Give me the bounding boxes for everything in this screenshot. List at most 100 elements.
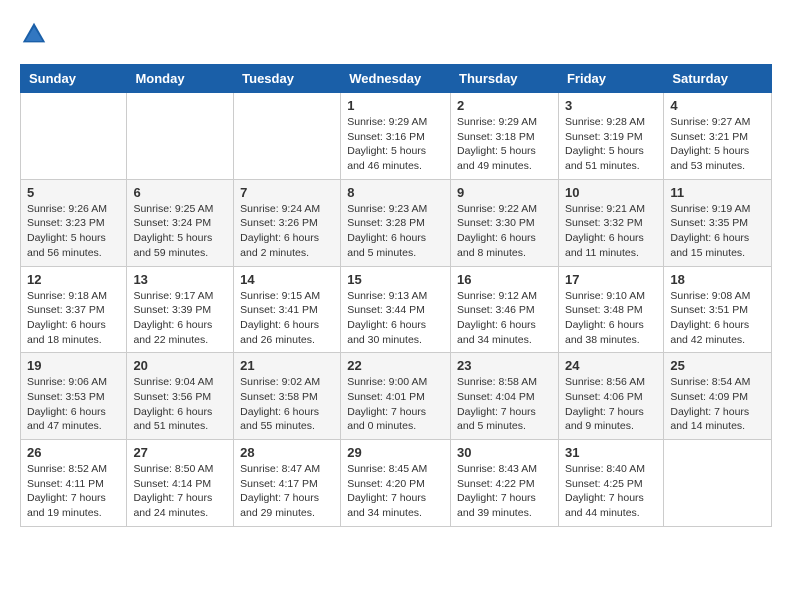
day-number: 1 [347,98,444,113]
day-number: 7 [240,185,334,200]
weekday-header-friday: Friday [558,65,663,93]
day-info: Sunrise: 9:12 AM Sunset: 3:46 PM Dayligh… [457,289,552,348]
week-row-1: 1 Sunrise: 9:29 AM Sunset: 3:16 PM Daylig… [21,93,772,180]
day-info: Sunrise: 9:29 AM Sunset: 3:18 PM Dayligh… [457,115,552,174]
day-info: Sunrise: 9:08 AM Sunset: 3:51 PM Dayligh… [670,289,765,348]
day-info: Sunrise: 9:24 AM Sunset: 3:26 PM Dayligh… [240,202,334,261]
calendar-cell: 4 Sunrise: 9:27 AM Sunset: 3:21 PM Daylig… [664,93,772,180]
page-header [20,20,772,48]
day-number: 28 [240,445,334,460]
calendar-cell: 20 Sunrise: 9:04 AM Sunset: 3:56 PM Dayli… [127,353,234,440]
day-info: Sunrise: 8:54 AM Sunset: 4:09 PM Dayligh… [670,375,765,434]
calendar-cell: 9Sunrise: 9:22 AM Sunset: 3:30 PM Daylig… [451,179,559,266]
day-info: Sunrise: 9:21 AM Sunset: 3:32 PM Dayligh… [565,202,657,261]
weekday-header-sunday: Sunday [21,65,127,93]
day-info: Sunrise: 9:28 AM Sunset: 3:19 PM Dayligh… [565,115,657,174]
day-number: 27 [133,445,227,460]
day-info: Sunrise: 9:18 AM Sunset: 3:37 PM Dayligh… [27,289,120,348]
day-number: 19 [27,358,120,373]
calendar-cell [127,93,234,180]
calendar-cell: 25 Sunrise: 8:54 AM Sunset: 4:09 PM Dayli… [664,353,772,440]
day-info: Sunrise: 9:29 AM Sunset: 3:16 PM Dayligh… [347,115,444,174]
week-row-3: 12 Sunrise: 9:18 AM Sunset: 3:37 PM Dayli… [21,266,772,353]
calendar-cell: 19Sunrise: 9:06 AM Sunset: 3:53 PM Dayli… [21,353,127,440]
calendar-cell: 10 Sunrise: 9:21 AM Sunset: 3:32 PM Dayli… [558,179,663,266]
calendar-cell: 6 Sunrise: 9:25 AM Sunset: 3:24 PM Daylig… [127,179,234,266]
calendar-cell: 18Sunrise: 9:08 AM Sunset: 3:51 PM Dayli… [664,266,772,353]
calendar-cell: 16 Sunrise: 9:12 AM Sunset: 3:46 PM Dayli… [451,266,559,353]
calendar-table: SundayMondayTuesdayWednesdayThursdayFrid… [20,64,772,527]
day-number: 11 [670,185,765,200]
day-info: Sunrise: 8:40 AM Sunset: 4:25 PM Dayligh… [565,462,657,521]
day-number: 22 [347,358,444,373]
day-info: Sunrise: 9:02 AM Sunset: 3:58 PM Dayligh… [240,375,334,434]
logo-icon [20,20,48,48]
day-number: 16 [457,272,552,287]
day-info: Sunrise: 9:04 AM Sunset: 3:56 PM Dayligh… [133,375,227,434]
day-number: 4 [670,98,765,113]
day-number: 14 [240,272,334,287]
day-info: Sunrise: 9:27 AM Sunset: 3:21 PM Dayligh… [670,115,765,174]
day-number: 9 [457,185,552,200]
calendar-cell: 21 Sunrise: 9:02 AM Sunset: 3:58 PM Dayli… [234,353,341,440]
day-number: 25 [670,358,765,373]
calendar-cell: 28 Sunrise: 8:47 AM Sunset: 4:17 PM Dayli… [234,440,341,527]
logo [20,20,52,48]
day-info: Sunrise: 9:15 AM Sunset: 3:41 PM Dayligh… [240,289,334,348]
day-number: 15 [347,272,444,287]
day-number: 29 [347,445,444,460]
day-number: 23 [457,358,552,373]
calendar-cell: 1 Sunrise: 9:29 AM Sunset: 3:16 PM Daylig… [341,93,451,180]
day-number: 20 [133,358,227,373]
calendar-cell: 11 Sunrise: 9:19 AM Sunset: 3:35 PM Dayli… [664,179,772,266]
day-info: Sunrise: 9:25 AM Sunset: 3:24 PM Dayligh… [133,202,227,261]
calendar-cell [21,93,127,180]
calendar-cell: 30Sunrise: 8:43 AM Sunset: 4:22 PM Dayli… [451,440,559,527]
calendar-cell: 26 Sunrise: 8:52 AM Sunset: 4:11 PM Dayli… [21,440,127,527]
weekday-header-saturday: Saturday [664,65,772,93]
day-info: Sunrise: 8:56 AM Sunset: 4:06 PM Dayligh… [565,375,657,434]
calendar-cell: 27 Sunrise: 8:50 AM Sunset: 4:14 PM Dayli… [127,440,234,527]
week-row-5: 26 Sunrise: 8:52 AM Sunset: 4:11 PM Dayli… [21,440,772,527]
weekday-header-row: SundayMondayTuesdayWednesdayThursdayFrid… [21,65,772,93]
day-number: 24 [565,358,657,373]
day-info: Sunrise: 8:58 AM Sunset: 4:04 PM Dayligh… [457,375,552,434]
day-info: Sunrise: 8:45 AM Sunset: 4:20 PM Dayligh… [347,462,444,521]
calendar-cell: 3Sunrise: 9:28 AM Sunset: 3:19 PM Daylig… [558,93,663,180]
calendar-cell: 15 Sunrise: 9:13 AM Sunset: 3:44 PM Dayli… [341,266,451,353]
day-info: Sunrise: 8:50 AM Sunset: 4:14 PM Dayligh… [133,462,227,521]
day-info: Sunrise: 9:17 AM Sunset: 3:39 PM Dayligh… [133,289,227,348]
weekday-header-monday: Monday [127,65,234,93]
week-row-4: 19Sunrise: 9:06 AM Sunset: 3:53 PM Dayli… [21,353,772,440]
day-number: 12 [27,272,120,287]
day-info: Sunrise: 8:52 AM Sunset: 4:11 PM Dayligh… [27,462,120,521]
day-number: 10 [565,185,657,200]
day-number: 26 [27,445,120,460]
day-info: Sunrise: 9:00 AM Sunset: 4:01 PM Dayligh… [347,375,444,434]
day-number: 17 [565,272,657,287]
day-info: Sunrise: 8:47 AM Sunset: 4:17 PM Dayligh… [240,462,334,521]
calendar-cell: 29 Sunrise: 8:45 AM Sunset: 4:20 PM Dayli… [341,440,451,527]
day-number: 31 [565,445,657,460]
day-info: Sunrise: 9:19 AM Sunset: 3:35 PM Dayligh… [670,202,765,261]
calendar-cell [664,440,772,527]
day-number: 2 [457,98,552,113]
day-info: Sunrise: 9:23 AM Sunset: 3:28 PM Dayligh… [347,202,444,261]
day-number: 8 [347,185,444,200]
day-info: Sunrise: 9:13 AM Sunset: 3:44 PM Dayligh… [347,289,444,348]
day-number: 13 [133,272,227,287]
weekday-header-wednesday: Wednesday [341,65,451,93]
day-number: 6 [133,185,227,200]
day-info: Sunrise: 9:10 AM Sunset: 3:48 PM Dayligh… [565,289,657,348]
day-info: Sunrise: 8:43 AM Sunset: 4:22 PM Dayligh… [457,462,552,521]
calendar-cell: 23 Sunrise: 8:58 AM Sunset: 4:04 PM Dayli… [451,353,559,440]
calendar-cell [234,93,341,180]
day-info: Sunrise: 9:26 AM Sunset: 3:23 PM Dayligh… [27,202,120,261]
calendar-cell: 17 Sunrise: 9:10 AM Sunset: 3:48 PM Dayli… [558,266,663,353]
day-number: 5 [27,185,120,200]
weekday-header-tuesday: Tuesday [234,65,341,93]
week-row-2: 5 Sunrise: 9:26 AM Sunset: 3:23 PM Daylig… [21,179,772,266]
weekday-header-thursday: Thursday [451,65,559,93]
day-number: 21 [240,358,334,373]
calendar-cell: 14 Sunrise: 9:15 AM Sunset: 3:41 PM Dayli… [234,266,341,353]
